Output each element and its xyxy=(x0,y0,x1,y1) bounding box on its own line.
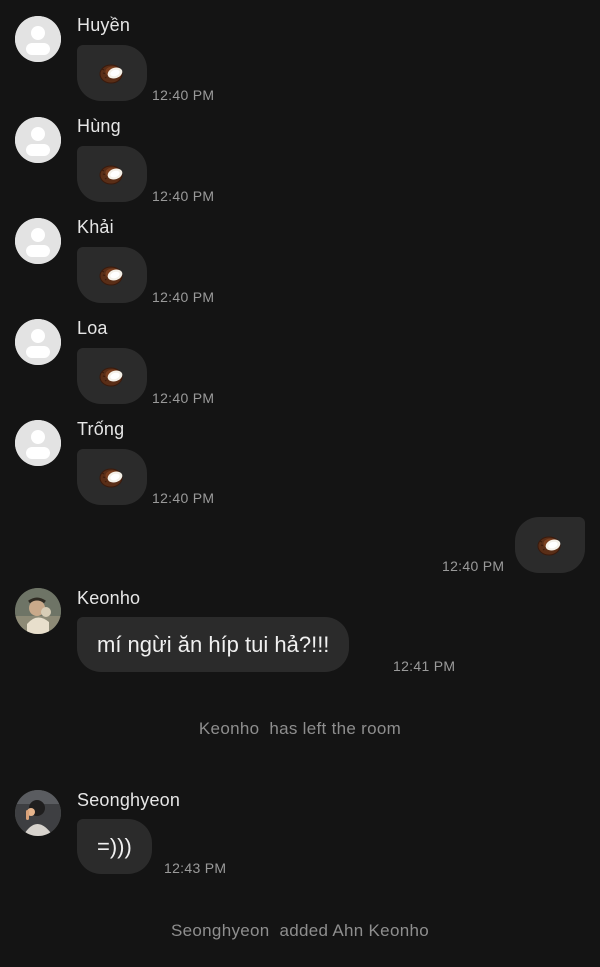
coconut-icon xyxy=(99,64,125,84)
system-actor: Seonghyeon xyxy=(171,921,270,940)
message-timestamp: 12:40 PM xyxy=(152,87,215,103)
outgoing-emoji-bubble[interactable] xyxy=(515,517,585,573)
emoji-message-bubble[interactable] xyxy=(77,146,147,202)
emoji-message-bubble[interactable] xyxy=(77,45,147,101)
message-timestamp: 12:40 PM xyxy=(152,490,215,506)
profile-photo-icon xyxy=(15,588,61,634)
default-avatar-icon xyxy=(15,117,61,163)
sender-name: Seonghyeon xyxy=(77,790,181,810)
text-message-bubble[interactable]: mí ngừi ăn híp tui hả?!!! xyxy=(77,617,350,672)
sender-name: Keonho xyxy=(77,588,141,608)
message-timestamp: 12:40 PM xyxy=(152,390,215,406)
default-avatar-icon xyxy=(15,319,61,365)
coconut-icon xyxy=(99,367,125,387)
default-avatar-icon xyxy=(15,420,61,466)
avatar[interactable] xyxy=(15,117,61,163)
default-avatar-icon xyxy=(15,218,61,264)
avatar[interactable] xyxy=(15,790,61,836)
emoji-message-bubble[interactable] xyxy=(77,247,147,303)
avatar[interactable] xyxy=(15,588,61,634)
sender-name: Loa xyxy=(77,318,108,338)
coconut-icon xyxy=(537,536,563,556)
emoji-message-bubble[interactable] xyxy=(77,449,147,505)
system-actor: Keonho xyxy=(198,719,260,738)
message-timestamp: 12:40 PM xyxy=(152,289,215,305)
avatar[interactable] xyxy=(15,319,61,365)
sender-name: Huyền xyxy=(77,15,131,35)
system-text: added Ahn Keonho xyxy=(279,921,429,940)
avatar[interactable] xyxy=(15,16,61,62)
profile-photo-icon xyxy=(15,790,61,836)
coconut-icon xyxy=(99,165,125,185)
message-timestamp: 12:40 PM xyxy=(442,558,505,574)
coconut-icon xyxy=(99,468,125,488)
message-timestamp: 12:41 PM xyxy=(393,658,456,674)
message-timestamp: 12:43 PM xyxy=(164,860,227,876)
default-avatar-icon xyxy=(15,16,61,62)
sender-name: Khải xyxy=(77,217,114,237)
sender-name: Hùng xyxy=(77,116,121,136)
text-message-bubble[interactable]: =))) xyxy=(77,819,152,874)
system-notice: Seonghyeon added Ahn Keonho xyxy=(0,921,600,941)
emoji-message-bubble[interactable] xyxy=(77,348,147,404)
avatar[interactable] xyxy=(15,218,61,264)
system-text: has left the room xyxy=(269,719,402,738)
message-timestamp: 12:40 PM xyxy=(152,188,215,204)
sender-name: Trống xyxy=(77,419,125,439)
avatar[interactable] xyxy=(15,420,61,466)
system-notice: Keonho has left the room xyxy=(0,719,600,739)
coconut-icon xyxy=(99,266,125,286)
